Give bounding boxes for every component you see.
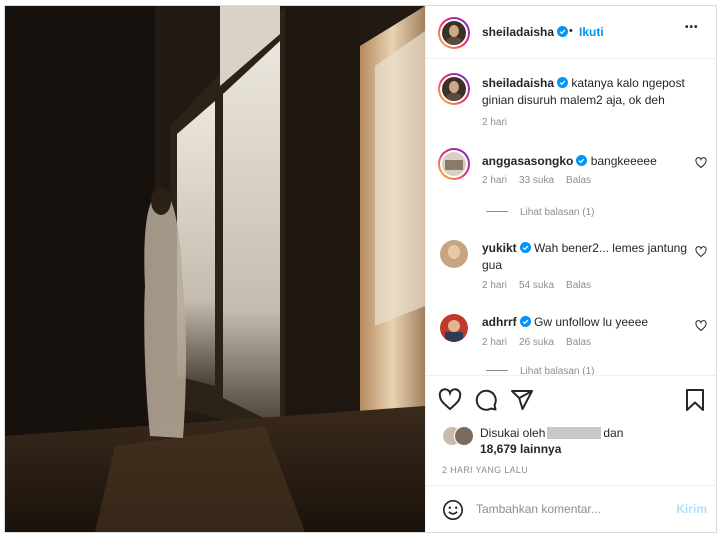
post-date: 2 HARI YANG LALU [442,465,528,475]
replies-line [486,370,508,371]
post-dialog: sheiladaisha • Ikuti ••• sheiladaisha ka… [4,5,717,533]
verified-badge-icon [576,155,588,166]
heart-icon[interactable] [438,388,462,412]
view-replies-button[interactable]: Lihat balasan (1) [486,207,595,218]
replies-line [486,211,508,212]
caption-time: 2 hari [482,117,508,128]
comment-time: 2 hari [482,337,508,348]
comment-body: anggasasongko bangkeeeee [482,153,682,170]
like-comment-heart-icon[interactable] [695,157,707,169]
verified-badge-icon [519,316,531,327]
likes-summary[interactable]: Disukai oleh dan [480,426,623,440]
caption: sheiladaisha katanya kalo ngepost ginian… [482,75,702,109]
post-actions: Disukai oleh dan 18,679 lainnya 2 HARI YA… [426,375,716,486]
caption-meta: 2 hari [482,117,519,128]
comments-list: sheiladaisha katanya kalo ngepost ginian… [426,59,716,375]
comment-likes[interactable]: 26 suka [519,337,554,348]
comment-time: 2 hari [482,175,508,186]
header-separator: • [569,25,573,37]
comment-avatar[interactable] [440,314,468,342]
post-comment-button[interactable]: Kirim [676,502,707,516]
comment-likes[interactable]: 33 suka [519,175,554,186]
comment-avatar[interactable] [440,240,468,268]
comment-body: yukikt Wah bener2... lemes jantung gua [482,240,692,274]
comment-likes[interactable]: 54 suka [519,280,554,291]
comment-username[interactable]: adhrrf [482,315,517,329]
comment-meta: 2 hari 54 suka Balas [482,280,603,291]
verified-badge-icon [557,77,569,88]
comment-text: Gw unfollow lu yeeee [534,315,649,329]
comment-username[interactable]: anggasasongko [482,154,573,168]
add-comment-input[interactable]: Tambahkan komentar... [476,502,601,516]
more-icon[interactable]: ••• [685,22,699,33]
reply-button[interactable]: Balas [566,175,591,186]
like-comment-heart-icon[interactable] [695,246,707,258]
comment-icon[interactable] [474,388,498,412]
comment-avatar[interactable] [438,148,470,180]
verified-badge-icon [519,242,531,253]
reply-button[interactable]: Balas [566,280,591,291]
likes-count[interactable]: 18,679 lainnya [480,442,561,456]
comment-time: 2 hari [482,280,508,291]
author-username[interactable]: sheiladaisha [482,25,569,39]
view-replies-button[interactable]: Lihat balasan (1) [486,366,595,375]
comment-meta: 2 hari 26 suka Balas [482,337,603,348]
follow-button[interactable]: Ikuti [579,25,604,39]
comment-text: bangkeeeee [590,154,657,168]
caption-avatar[interactable] [438,73,470,105]
bookmark-icon[interactable] [684,388,706,412]
post-header: sheiladaisha • Ikuti ••• [426,6,716,59]
redacted-username [547,427,602,439]
photo-scene [5,6,425,532]
comment-body: adhrrf Gw unfollow lu yeeee [482,314,692,331]
liker-avatar[interactable] [454,426,474,446]
caption-username[interactable]: sheiladaisha [482,76,554,90]
comment-username[interactable]: yukikt [482,241,517,255]
verified-badge-icon [557,26,569,37]
author-avatar[interactable] [438,17,470,49]
post-photo[interactable] [5,6,425,532]
share-icon[interactable] [510,388,534,412]
post-sidebar: sheiladaisha • Ikuti ••• sheiladaisha ka… [425,6,716,532]
add-comment-bar: Tambahkan komentar... Kirim [426,485,716,532]
like-comment-heart-icon[interactable] [695,320,707,332]
emoji-icon[interactable] [442,499,464,521]
comment-meta: 2 hari 33 suka Balas [482,175,603,186]
reply-button[interactable]: Balas [566,337,591,348]
